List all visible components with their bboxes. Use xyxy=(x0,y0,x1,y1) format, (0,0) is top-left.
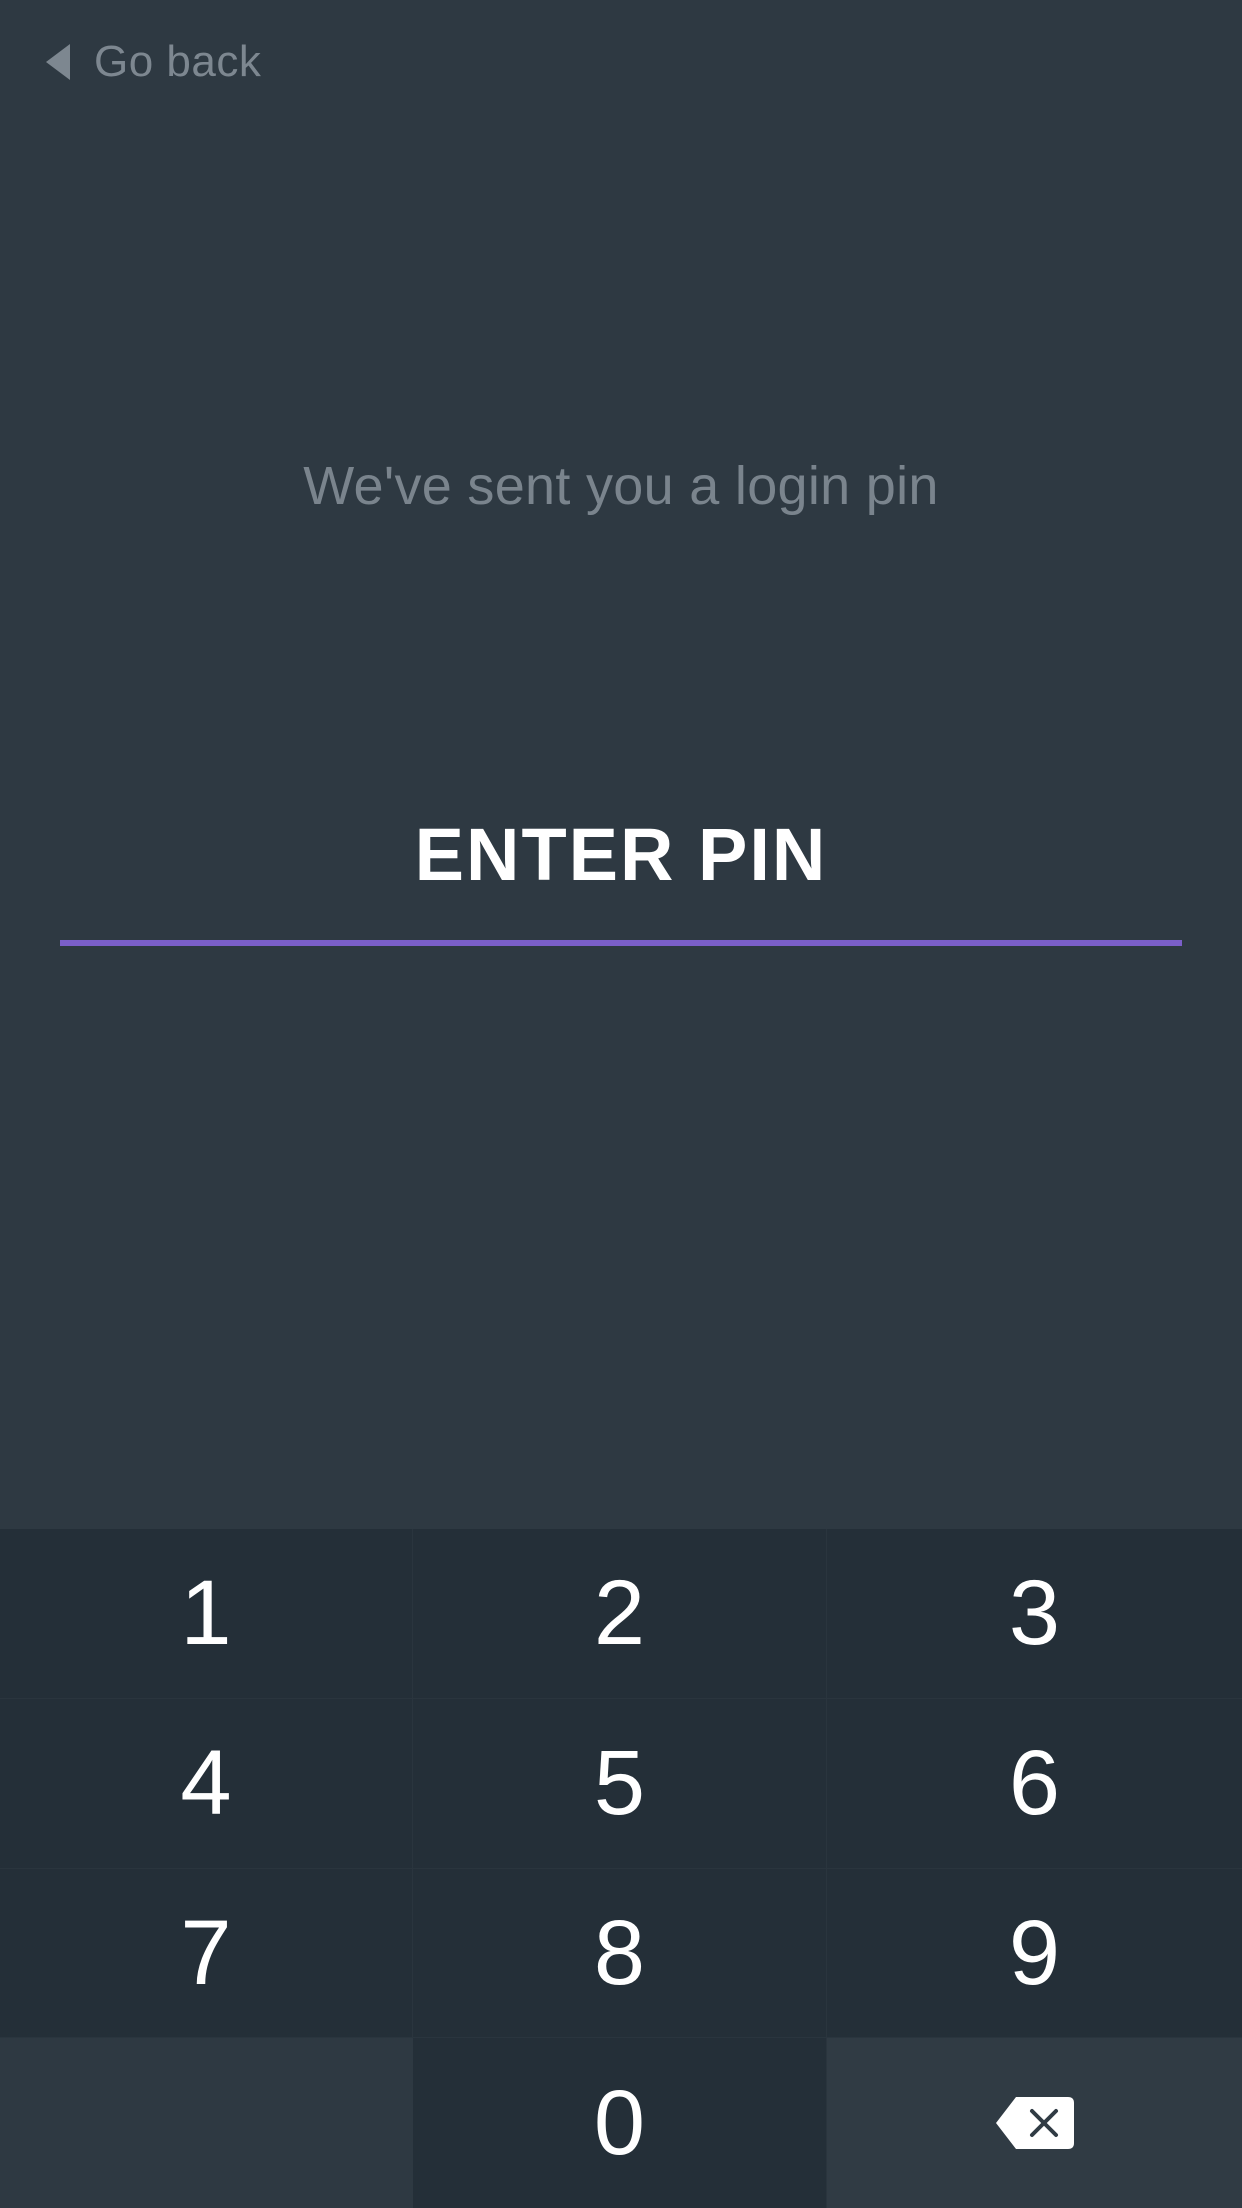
enter-pin-title: ENTER PIN xyxy=(414,813,828,896)
keypad-key-3[interactable]: 3 xyxy=(827,1529,1242,1699)
keypad-key-6[interactable]: 6 xyxy=(827,1699,1242,1869)
backspace-icon xyxy=(995,2097,1074,2149)
keypad-blank xyxy=(0,2038,413,2208)
keypad-key-1[interactable]: 1 xyxy=(0,1529,413,1699)
go-back-label: Go back xyxy=(94,37,262,86)
keypad-key-2[interactable]: 2 xyxy=(413,1529,827,1699)
keypad-key-4[interactable]: 4 xyxy=(0,1699,413,1869)
pin-sent-message: We've sent you a login pin xyxy=(303,456,939,516)
keypad-key-8[interactable]: 8 xyxy=(413,1869,827,2038)
keypad-key-5[interactable]: 5 xyxy=(413,1699,827,1869)
pin-input-underline[interactable] xyxy=(60,940,1182,946)
keypad-key-0[interactable]: 0 xyxy=(413,2038,827,2208)
chevron-left-icon xyxy=(46,44,70,80)
delete-button[interactable] xyxy=(827,2038,1242,2208)
go-back-button[interactable]: Go back xyxy=(44,34,261,90)
keypad-key-9[interactable]: 9 xyxy=(827,1869,1242,2038)
numeric-keypad: 1 2 3 4 5 6 7 8 9 0 xyxy=(0,1529,1242,2208)
keypad-key-7[interactable]: 7 xyxy=(0,1869,413,2038)
